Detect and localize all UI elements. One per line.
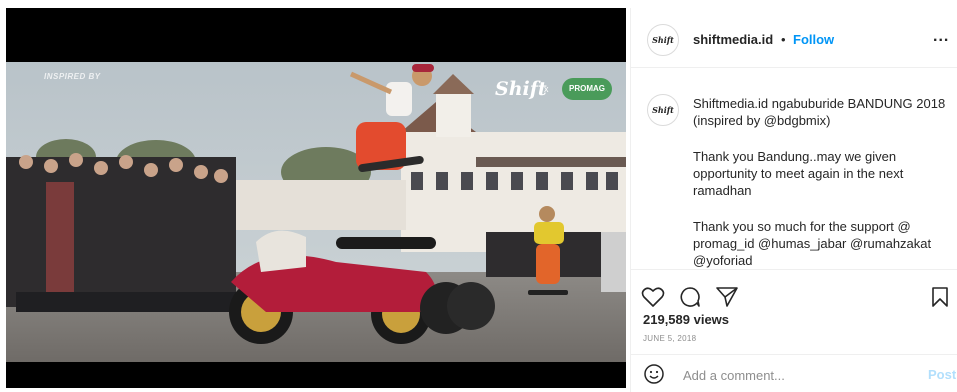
caption-paragraph-1: Shiftmedia.id ngabuburide BANDUNG 2018 (… (693, 96, 946, 128)
separator-dot: • (781, 32, 786, 47)
comment-input[interactable] (683, 366, 913, 384)
post-date[interactable]: JUNE 5, 2018 (643, 334, 696, 343)
promag-logo-watermark: PROMAG (562, 78, 612, 100)
shift-logo-watermark: Shift (495, 78, 547, 100)
view-count: 219,589 views (643, 312, 730, 327)
video-frame[interactable]: INSPIRED BY Shift x PROMAG (6, 62, 626, 362)
comment-bar: Post (631, 354, 957, 392)
post-side-panel: Shift shiftmedia.id • Follow ... Shift S… (630, 8, 957, 392)
avatar[interactable]: Shift (647, 24, 679, 56)
emoji-icon[interactable] (643, 363, 665, 385)
follow-button[interactable]: Follow (793, 32, 834, 47)
caption-paragraph-3: Thank you so much for the support @ prom… (693, 219, 932, 268)
username-link[interactable]: shiftmedia.id (693, 32, 773, 47)
bookmark-icon[interactable] (931, 286, 949, 308)
more-options-button[interactable]: ... (933, 28, 949, 46)
comment-icon[interactable] (679, 286, 701, 308)
post-header: Shift shiftmedia.id • Follow ... (631, 8, 957, 68)
post-actions: 219,589 views JUNE 5, 2018 Post (631, 270, 957, 392)
avatar-logo-text: Shift (652, 35, 674, 45)
video-player[interactable]: INSPIRED BY Shift x PROMAG (6, 8, 626, 388)
collab-x-watermark: x (544, 84, 549, 94)
caption-avatar[interactable]: Shift (647, 94, 679, 126)
instagram-post-window: INSPIRED BY Shift x PROMAG Shift shiftme… (0, 0, 957, 392)
video-scene-image (6, 62, 626, 362)
caption-scroll-area[interactable]: Shift Shiftmedia.id ngabuburide BANDUNG … (631, 68, 957, 270)
post-comment-button[interactable]: Post (928, 367, 956, 382)
share-icon[interactable] (715, 285, 739, 309)
inspired-by-watermark: INSPIRED BY (44, 72, 101, 81)
caption-paragraph-2: Thank you Bandung..may we given opportun… (693, 149, 904, 198)
heart-icon[interactable] (641, 286, 665, 308)
caption-avatar-logo-text: Shift (652, 105, 674, 115)
